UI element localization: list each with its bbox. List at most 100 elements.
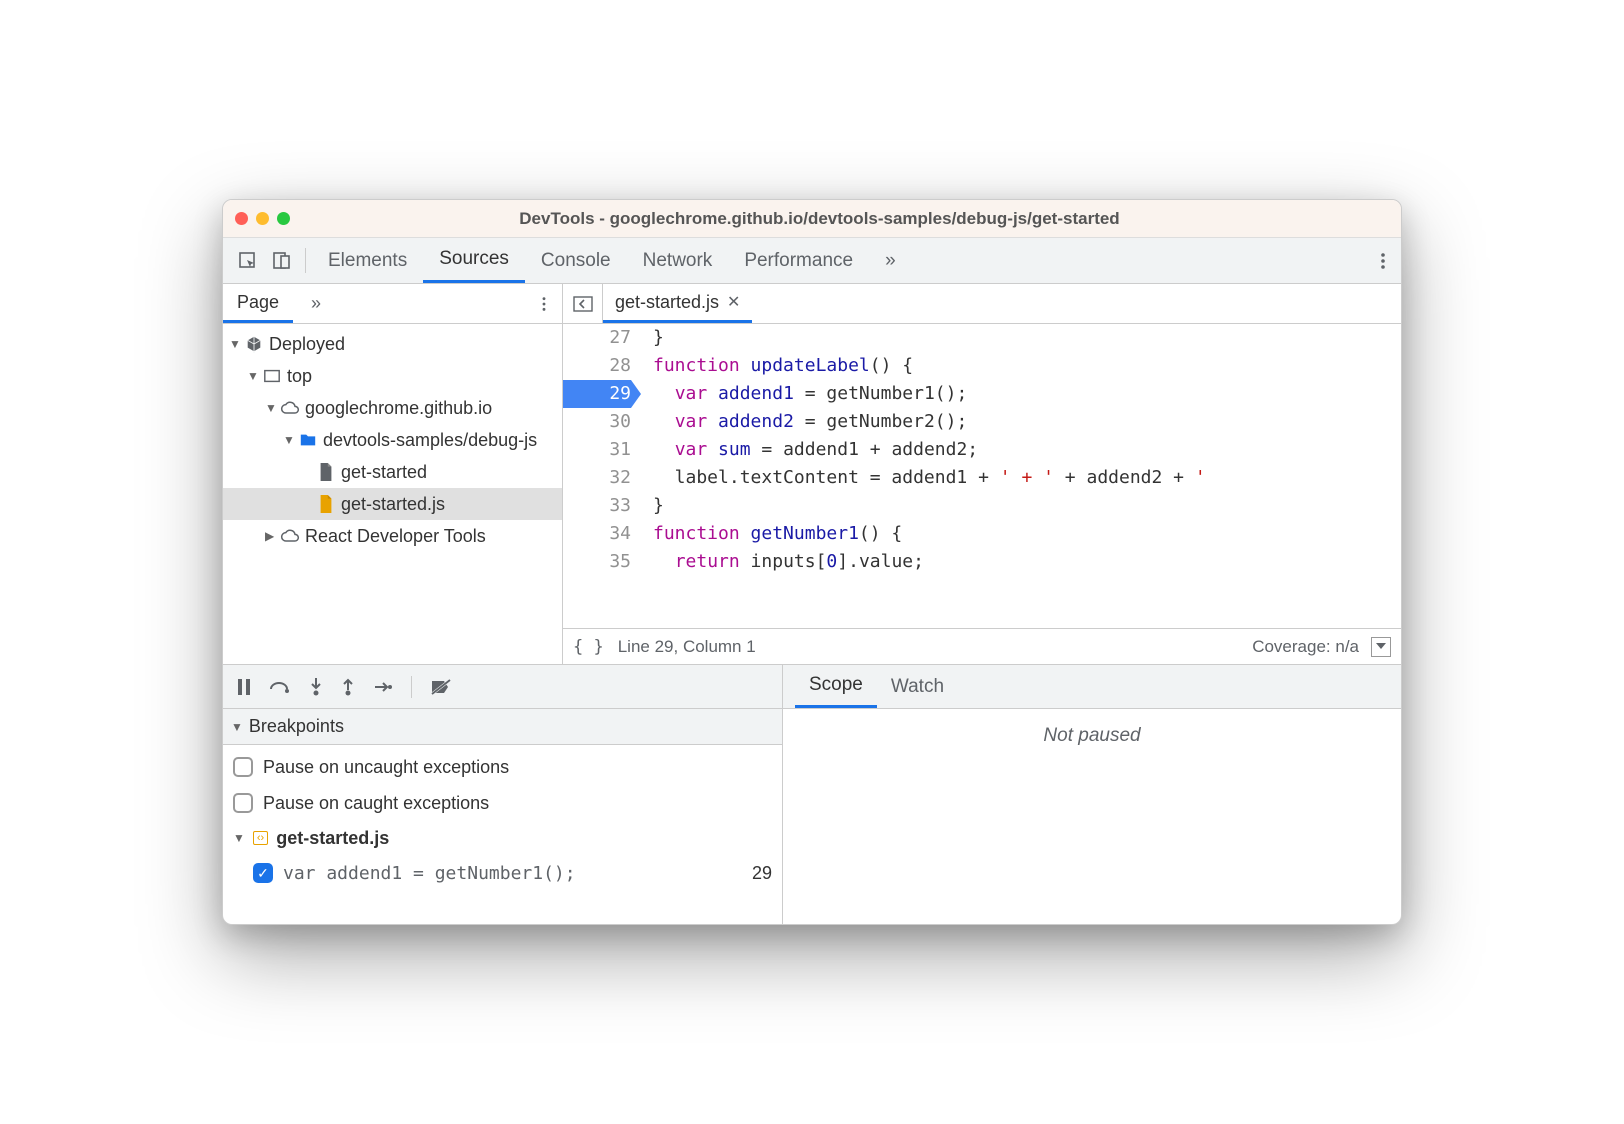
line-number[interactable]: 30 [563, 408, 631, 436]
breakpoint-file-label: get-started.js [276, 828, 389, 849]
coverage-label: Coverage: n/a [1252, 637, 1359, 657]
tree-folder[interactable]: ▼ devtools-samples/debug-js [223, 424, 562, 456]
cloud-icon [279, 529, 301, 543]
navigator-tabs: Page » [223, 284, 562, 324]
tree-label: top [287, 366, 312, 387]
tree-file-html[interactable]: get-started [223, 456, 562, 488]
code-editor[interactable]: 272829303132333435 }function updateLabel… [563, 324, 1401, 628]
tree-file-js[interactable]: get-started.js [223, 488, 562, 520]
line-number[interactable]: 35 [563, 548, 631, 576]
tree-label: devtools-samples/debug-js [323, 430, 537, 451]
window-title: DevTools - googlechrome.github.io/devtoo… [310, 209, 1389, 229]
line-number[interactable]: 34 [563, 520, 631, 548]
file-tab-active[interactable]: get-started.js ✕ [603, 284, 752, 323]
breakpoints-header[interactable]: ▼ Breakpoints [223, 709, 782, 745]
line-number[interactable]: 31 [563, 436, 631, 464]
file-tab-label: get-started.js [615, 292, 719, 313]
line-number[interactable]: 32 [563, 464, 631, 492]
tree-label: googlechrome.github.io [305, 398, 492, 419]
sources-content: Page » ▼ Deployed ▼ top ▼ [223, 284, 1401, 664]
code-line[interactable]: function getNumber1() { [653, 520, 1401, 548]
tree-top[interactable]: ▼ top [223, 360, 562, 392]
deactivate-breakpoints-icon[interactable] [430, 678, 452, 696]
tab-watch[interactable]: Watch [877, 665, 958, 708]
step-into-icon[interactable] [309, 678, 323, 696]
kebab-menu-icon[interactable] [1365, 252, 1401, 270]
breakpoint-file-group[interactable]: ▼ ‹› get-started.js [233, 821, 772, 855]
code-area[interactable]: }function updateLabel() { var addend1 = … [639, 324, 1401, 628]
tree-label: get-started.js [341, 494, 445, 515]
line-number[interactable]: 27 [563, 324, 631, 352]
tab-performance[interactable]: Performance [728, 238, 869, 283]
code-line[interactable]: function updateLabel() { [653, 352, 1401, 380]
divider [305, 248, 306, 273]
code-line[interactable]: } [653, 324, 1401, 352]
scope-tabs: Scope Watch [783, 665, 1401, 709]
step-over-icon[interactable] [269, 679, 291, 695]
breakpoint-entry[interactable]: ✓ var addend1 = getNumber1(); 29 [233, 855, 772, 891]
divider [411, 676, 412, 698]
code-line[interactable]: var sum = addend1 + addend2; [653, 436, 1401, 464]
navigator-kebab-icon[interactable] [526, 284, 562, 323]
checkbox-checked-icon: ✓ [253, 863, 273, 883]
devtools-window: DevTools - googlechrome.github.io/devtoo… [222, 199, 1402, 925]
tab-console[interactable]: Console [525, 238, 627, 283]
navigator-tab-more[interactable]: » [297, 284, 335, 323]
code-line[interactable]: label.textContent = addend1 + ' + ' + ad… [653, 464, 1401, 492]
line-number[interactable]: 33 [563, 492, 631, 520]
pause-caught-checkbox[interactable]: Pause on caught exceptions [233, 785, 772, 821]
tab-elements[interactable]: Elements [312, 238, 423, 283]
tree-label: Deployed [269, 334, 345, 355]
chevron-down-icon: ▼ [233, 831, 245, 845]
breakpoints-title: Breakpoints [249, 716, 344, 737]
maximize-window-button[interactable] [277, 212, 290, 225]
line-gutter[interactable]: 272829303132333435 [563, 324, 639, 628]
chevron-down-icon: ▼ [229, 337, 243, 351]
cloud-icon [279, 401, 301, 415]
editor-status-bar: { } Line 29, Column 1 Coverage: n/a [563, 628, 1401, 664]
tab-scope[interactable]: Scope [795, 665, 877, 708]
code-line[interactable]: } [653, 492, 1401, 520]
dropdown-icon[interactable] [1371, 637, 1391, 657]
breakpoint-code: var addend1 = getNumber1(); [283, 863, 742, 884]
pause-uncaught-checkbox[interactable]: Pause on uncaught exceptions [233, 749, 772, 785]
chevron-down-icon: ▼ [231, 720, 243, 734]
checkbox-icon [233, 793, 253, 813]
chevron-down-icon: ▼ [247, 369, 261, 383]
breakpoints-section: ▼ Breakpoints Pause on uncaught exceptio… [223, 709, 782, 895]
editor-pane: get-started.js ✕ 272829303132333435 }fun… [563, 284, 1401, 664]
tree-origin[interactable]: ▼ googlechrome.github.io [223, 392, 562, 424]
tab-more[interactable]: » [869, 238, 912, 283]
pretty-print-button[interactable]: { } [573, 637, 604, 657]
script-badge-icon: ‹› [253, 831, 268, 845]
device-toolbar-icon[interactable] [265, 238, 299, 283]
tab-network[interactable]: Network [627, 238, 729, 283]
settings-icon[interactable] [1325, 251, 1365, 271]
navigate-back-icon[interactable] [563, 284, 603, 323]
code-line[interactable]: var addend1 = getNumber1(); [653, 380, 1401, 408]
tree-label: React Developer Tools [305, 526, 486, 547]
step-icon[interactable] [373, 680, 393, 694]
close-window-button[interactable] [235, 212, 248, 225]
close-tab-icon[interactable]: ✕ [727, 292, 740, 312]
line-number[interactable]: 28 [563, 352, 631, 380]
main-tabs: Elements Sources Console Network Perform… [223, 238, 1401, 284]
chevron-down-icon: ▼ [283, 433, 297, 447]
breakpoint-line: 29 [752, 863, 772, 884]
inspect-element-icon[interactable] [231, 238, 265, 283]
line-number[interactable]: 29 [563, 380, 631, 408]
chevron-right-icon: ▶ [265, 529, 279, 543]
checkbox-label: Pause on uncaught exceptions [263, 757, 509, 778]
code-line[interactable]: var addend2 = getNumber2(); [653, 408, 1401, 436]
file-tabs: get-started.js ✕ [563, 284, 1401, 324]
tree-react-ext[interactable]: ▶ React Developer Tools [223, 520, 562, 552]
tab-sources[interactable]: Sources [423, 238, 525, 283]
navigator-tab-page[interactable]: Page [223, 284, 293, 323]
code-line[interactable]: return inputs[0].value; [653, 548, 1401, 576]
minimize-window-button[interactable] [256, 212, 269, 225]
step-out-icon[interactable] [341, 678, 355, 696]
document-icon [315, 463, 337, 481]
navigator-pane: Page » ▼ Deployed ▼ top ▼ [223, 284, 563, 664]
pause-icon[interactable] [237, 679, 251, 695]
tree-deployed[interactable]: ▼ Deployed [223, 328, 562, 360]
